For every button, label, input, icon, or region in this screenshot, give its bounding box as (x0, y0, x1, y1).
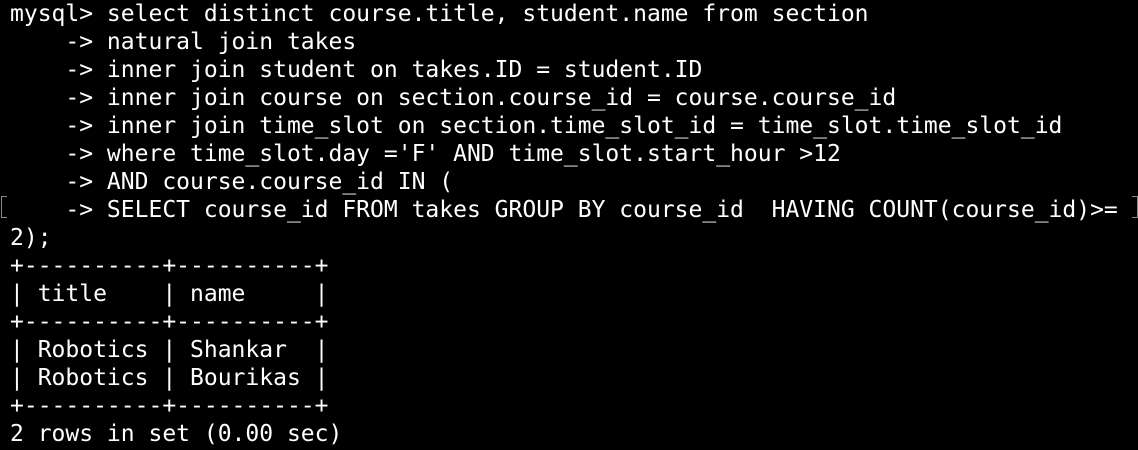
terminal-output: mysql> select distinct course.title, stu… (10, 0, 1118, 448)
table-header-row: | title | name | (10, 281, 329, 307)
line-wrap-marker-left (1, 196, 7, 218)
query-continuation-line: -> where time_slot.day ='F' AND time_slo… (10, 141, 841, 167)
line-wrap-marker-right (1132, 196, 1138, 218)
terminal-window[interactable]: mysql> select distinct course.title, stu… (0, 0, 1138, 450)
table-border: +----------+----------+ (10, 393, 329, 419)
result-status: 2 rows in set (0.00 sec) (10, 421, 343, 447)
prompt-line: mysql> select distinct course.title, stu… (10, 1, 869, 27)
table-border: +----------+----------+ (10, 309, 329, 335)
query-continuation-line: -> SELECT course_id FROM takes GROUP BY … (10, 197, 1118, 223)
query-continuation-line: -> AND course.course_id IN ( (10, 169, 454, 195)
query-continuation-line: -> inner join course on section.course_i… (10, 85, 897, 111)
query-continuation-line: -> inner join time_slot on section.time_… (10, 113, 1063, 139)
query-wrapped-line: 2); (10, 225, 52, 251)
query-continuation-line: -> natural join takes (10, 29, 357, 55)
table-row: | Robotics | Shankar | (10, 337, 329, 363)
table-row: | Robotics | Bourikas | (10, 365, 329, 391)
table-border: +----------+----------+ (10, 253, 329, 279)
query-continuation-line: -> inner join student on takes.ID = stud… (10, 57, 703, 83)
